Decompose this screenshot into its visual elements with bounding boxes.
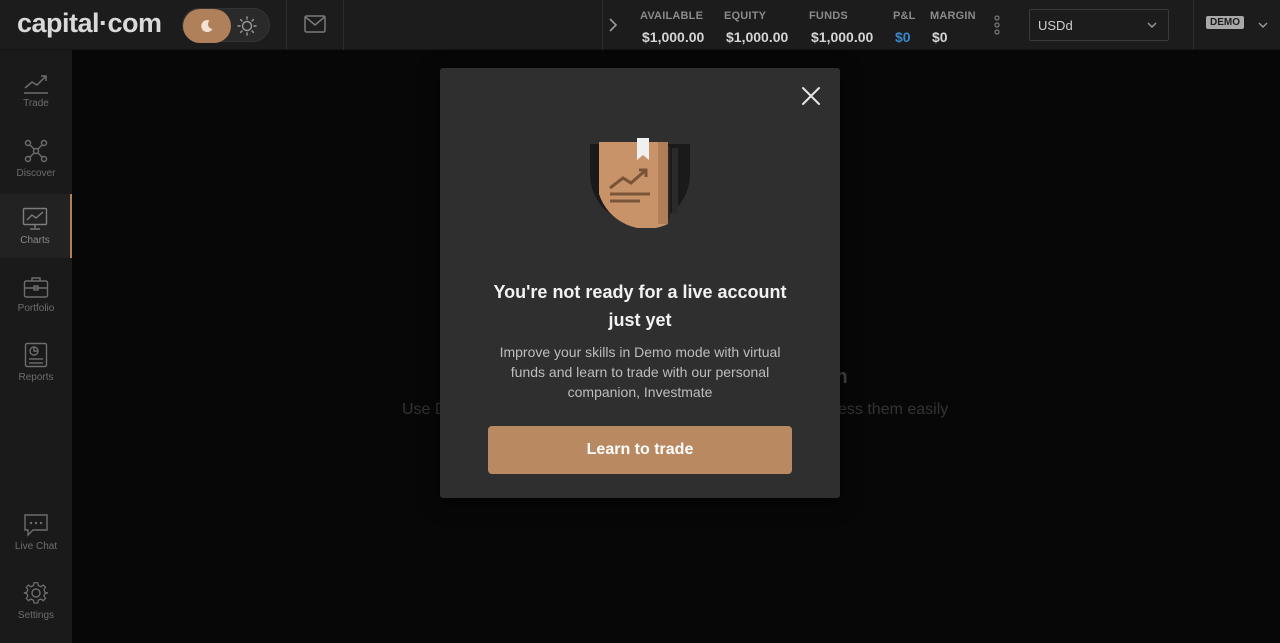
learn-to-trade-button[interactable]: Learn to trade bbox=[488, 426, 792, 474]
stat-pnl: P&L $0 bbox=[893, 10, 916, 45]
capital-logo[interactable]: capital·com bbox=[17, 8, 162, 39]
sun-icon[interactable] bbox=[237, 16, 257, 36]
network-icon bbox=[24, 139, 48, 162]
stat-value: $0 bbox=[932, 29, 948, 45]
report-icon bbox=[24, 342, 48, 367]
left-sidebar: Trade Discover Charts Portfolio Reports … bbox=[0, 50, 72, 643]
book-chart-illustration bbox=[590, 138, 690, 228]
dark-mode-option[interactable] bbox=[183, 9, 231, 43]
account-select[interactable]: USDd bbox=[1029, 9, 1169, 41]
sidebar-item-live-chat[interactable]: Live Chat bbox=[0, 500, 72, 564]
stat-label: MARGIN bbox=[930, 10, 976, 22]
sidebar-item-trade[interactable]: Trade bbox=[0, 58, 72, 122]
briefcase-icon bbox=[23, 276, 49, 298]
sidebar-item-label: Trade bbox=[23, 97, 49, 109]
stat-label: AVAILABLE bbox=[640, 10, 704, 22]
stat-funds: FUNDS $1,000.00 bbox=[809, 10, 873, 45]
stat-value: $1,000.00 bbox=[642, 29, 705, 45]
stat-value: $0 bbox=[895, 29, 911, 45]
sidebar-item-charts[interactable]: Charts bbox=[0, 194, 72, 258]
demo-mode-badge[interactable]: DEMO bbox=[1206, 16, 1244, 29]
stat-label: EQUITY bbox=[724, 10, 767, 22]
modal-title: You're not ready for a live account just… bbox=[493, 282, 787, 330]
sidebar-item-portfolio[interactable]: Portfolio bbox=[0, 262, 72, 326]
theme-toggle[interactable] bbox=[182, 8, 270, 43]
sidebar-item-reports[interactable]: Reports bbox=[0, 330, 72, 394]
stat-label: FUNDS bbox=[809, 10, 848, 22]
chevron-right-icon[interactable] bbox=[608, 17, 618, 33]
sidebar-item-label: Settings bbox=[17, 609, 55, 621]
sidebar-item-discover[interactable]: Discover bbox=[0, 126, 72, 190]
modal-body-text: Improve your skills in Demo mode with vi… bbox=[499, 344, 781, 400]
chevron-down-icon[interactable] bbox=[1257, 20, 1269, 30]
chevron-down-icon bbox=[1147, 22, 1157, 28]
header-divider bbox=[602, 0, 603, 50]
mail-icon[interactable] bbox=[304, 15, 326, 33]
sidebar-item-label: Discover bbox=[16, 167, 56, 179]
close-icon[interactable] bbox=[800, 85, 822, 107]
moon-icon bbox=[201, 20, 213, 33]
sidebar-item-label: Charts bbox=[20, 234, 50, 246]
stat-margin: MARGIN $0 bbox=[930, 10, 976, 45]
more-vertical-icon[interactable] bbox=[992, 15, 1002, 35]
sidebar-item-settings[interactable]: Settings bbox=[0, 568, 72, 632]
chat-icon bbox=[24, 513, 48, 537]
header-divider bbox=[1193, 0, 1194, 50]
live-account-modal: You're not ready for a live account just… bbox=[440, 68, 840, 498]
top-header: capital·com AVAILABLE $1,000.00 EQUITY $… bbox=[0, 0, 1280, 50]
header-divider bbox=[286, 0, 287, 50]
stat-value: $1,000.00 bbox=[811, 29, 874, 45]
sidebar-item-label: Portfolio bbox=[17, 302, 55, 314]
trend-line-icon bbox=[24, 74, 48, 94]
stat-available: AVAILABLE $1,000.00 bbox=[640, 10, 704, 45]
monitor-chart-icon bbox=[22, 207, 48, 230]
stat-value: $1,000.00 bbox=[726, 29, 789, 45]
stat-label: P&L bbox=[893, 10, 916, 22]
sidebar-item-label: Reports bbox=[18, 371, 54, 383]
header-divider bbox=[343, 0, 344, 50]
sidebar-item-label: Live Chat bbox=[14, 540, 58, 552]
account-select-value: USDd bbox=[1038, 18, 1073, 33]
stat-equity: EQUITY $1,000.00 bbox=[724, 10, 788, 45]
gear-icon bbox=[23, 581, 48, 604]
